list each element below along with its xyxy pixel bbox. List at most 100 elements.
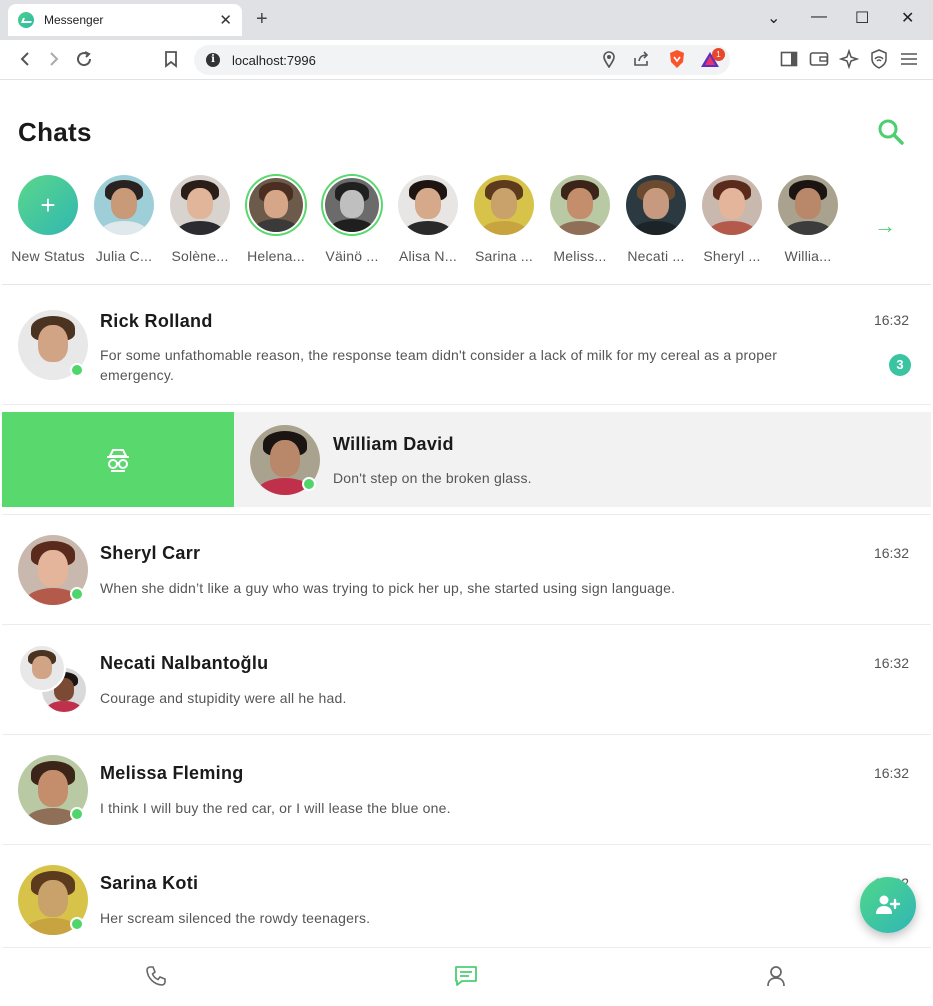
story-avatar bbox=[702, 175, 762, 235]
avatar-photo bbox=[626, 175, 686, 235]
new-status-button[interactable]: + New Status bbox=[10, 175, 86, 264]
chat-last-message: For some unfathomable reason, the respon… bbox=[100, 347, 778, 383]
search-icon bbox=[878, 119, 904, 145]
story-avatar bbox=[474, 175, 534, 235]
status-story[interactable]: Alisa N... bbox=[390, 175, 466, 264]
new-tab-button[interactable]: + bbox=[256, 8, 268, 31]
status-story[interactable]: Sarina ... bbox=[466, 175, 542, 264]
archive-button[interactable] bbox=[2, 412, 234, 507]
story-avatar bbox=[398, 175, 458, 235]
story-name: Julia C... bbox=[95, 248, 153, 264]
stories-next-arrow-icon[interactable]: → bbox=[874, 213, 896, 239]
avatar-photo bbox=[550, 175, 610, 235]
tab-title: Messenger bbox=[44, 13, 104, 27]
leo-ai-icon[interactable] bbox=[838, 48, 860, 70]
chat-row-sarina-koti[interactable]: Sarina Koti Her scream silenced the rowd… bbox=[2, 845, 931, 947]
avatar-photo bbox=[170, 175, 230, 235]
story-avatar bbox=[249, 178, 303, 232]
story-name: Sarina ... bbox=[474, 248, 534, 264]
search-button[interactable] bbox=[876, 117, 906, 147]
chat-last-message: I think I will buy the red car, or I wil… bbox=[100, 800, 451, 816]
minimize-button[interactable]: — bbox=[811, 8, 827, 26]
tab-close-icon[interactable]: ✕ bbox=[219, 11, 232, 29]
user-icon bbox=[767, 966, 785, 987]
maximize-button[interactable]: ☐ bbox=[855, 8, 869, 28]
chat-name: Rick Rolland bbox=[100, 311, 213, 331]
status-story[interactable]: Solène... bbox=[162, 175, 238, 264]
chat-row-william-david-swiped[interactable]: William David Don't step on the broken g… bbox=[2, 412, 931, 507]
chat-row-melissa-fleming[interactable]: Melissa Fleming I think I will buy the r… bbox=[2, 735, 931, 845]
browser-tab[interactable]: Messenger ✕ bbox=[8, 4, 242, 36]
incognito-archive-icon bbox=[107, 448, 129, 472]
status-story[interactable]: Julia C... bbox=[86, 175, 162, 264]
add-contact-button[interactable] bbox=[860, 877, 916, 933]
share-icon[interactable] bbox=[630, 48, 652, 70]
status-stories: + New Status Julia C... Solène... Helena... V… bbox=[2, 175, 931, 275]
back-button[interactable] bbox=[14, 48, 36, 70]
status-story[interactable]: Meliss... bbox=[542, 175, 618, 264]
close-window-button[interactable]: ✕ bbox=[901, 8, 914, 28]
online-indicator bbox=[70, 917, 84, 931]
story-avatar bbox=[94, 175, 154, 235]
status-story[interactable]: Willia... bbox=[770, 175, 846, 264]
story-avatar bbox=[626, 175, 686, 235]
location-icon[interactable] bbox=[598, 48, 620, 70]
story-name: Helena... bbox=[247, 248, 305, 264]
chat-last-message: Her scream silenced the rowdy teenagers. bbox=[100, 910, 371, 926]
avatar-photo bbox=[474, 175, 534, 235]
chat-row-rick-rolland[interactable]: Rick Rolland For some unfathomable reaso… bbox=[2, 287, 931, 405]
story-name: Sheryl ... bbox=[703, 248, 761, 264]
chat-last-message: Courage and stupidity were all he had. bbox=[100, 690, 347, 706]
forward-button[interactable] bbox=[43, 48, 65, 70]
status-story[interactable]: Sheryl ... bbox=[694, 175, 770, 264]
story-name: Meliss... bbox=[553, 248, 607, 264]
tab-search-chevron-icon[interactable]: ⌄ bbox=[767, 8, 780, 28]
chat-name: Sheryl Carr bbox=[100, 543, 201, 563]
nav-profile[interactable] bbox=[762, 962, 790, 990]
bookmark-icon[interactable] bbox=[160, 48, 182, 70]
rewards-badge: 1 bbox=[712, 48, 725, 61]
group-avatar-1 bbox=[18, 644, 66, 692]
avatar-photo bbox=[398, 175, 458, 235]
url-text[interactable]: localhost:7996 bbox=[232, 53, 316, 68]
story-avatar bbox=[550, 175, 610, 235]
vpn-icon[interactable] bbox=[868, 48, 890, 70]
reload-button[interactable] bbox=[73, 48, 95, 70]
avatar-photo bbox=[94, 175, 154, 235]
chat-time: 16:32 bbox=[873, 545, 909, 561]
story-name: Willia... bbox=[784, 248, 832, 264]
wallet-icon[interactable] bbox=[808, 48, 830, 70]
avatar-photo bbox=[702, 175, 762, 235]
story-name: Väinö ... bbox=[325, 248, 379, 264]
browser-tab-bar: Messenger ✕ + ⌄ — ☐ ✕ bbox=[0, 0, 933, 40]
online-indicator bbox=[70, 363, 84, 377]
page-title: Chats bbox=[18, 117, 92, 147]
stories-divider bbox=[2, 284, 931, 285]
chat-bubble-icon bbox=[455, 966, 477, 986]
chat-row-sheryl-carr[interactable]: Sheryl Carr When she didn’t like a guy w… bbox=[2, 515, 931, 625]
status-story[interactable]: Väinö ... bbox=[314, 175, 390, 264]
status-story[interactable]: Necati ... bbox=[618, 175, 694, 264]
avatar-photo bbox=[249, 178, 303, 232]
menu-icon[interactable] bbox=[898, 48, 920, 70]
messenger-app: Chats + New Status Julia C... Solène... Hele… bbox=[2, 81, 931, 1004]
status-story[interactable]: Helena... bbox=[238, 175, 314, 264]
online-indicator bbox=[70, 807, 84, 821]
story-avatar bbox=[170, 175, 230, 235]
nav-chats[interactable] bbox=[452, 962, 480, 990]
brave-shields-icon[interactable] bbox=[666, 48, 688, 70]
nav-calls[interactable] bbox=[142, 962, 170, 990]
story-avatar bbox=[778, 175, 838, 235]
bottom-navigation bbox=[2, 947, 931, 1004]
avatar-photo bbox=[325, 178, 379, 232]
story-avatar bbox=[325, 178, 379, 232]
group-avatar bbox=[18, 644, 90, 716]
chat-row-necati-nalbantoglu[interactable]: Necati Nalbantoğlu Courage and stupidity… bbox=[2, 625, 931, 735]
chat-time: 16:32 bbox=[873, 765, 909, 781]
chat-name: Necati Nalbantoğlu bbox=[100, 653, 269, 673]
sidebar-toggle-icon[interactable] bbox=[778, 48, 800, 70]
browser-toolbar: i localhost:7996 1 bbox=[0, 40, 933, 80]
site-info-icon[interactable]: i bbox=[206, 53, 220, 67]
online-indicator bbox=[70, 587, 84, 601]
avatar-photo bbox=[778, 175, 838, 235]
